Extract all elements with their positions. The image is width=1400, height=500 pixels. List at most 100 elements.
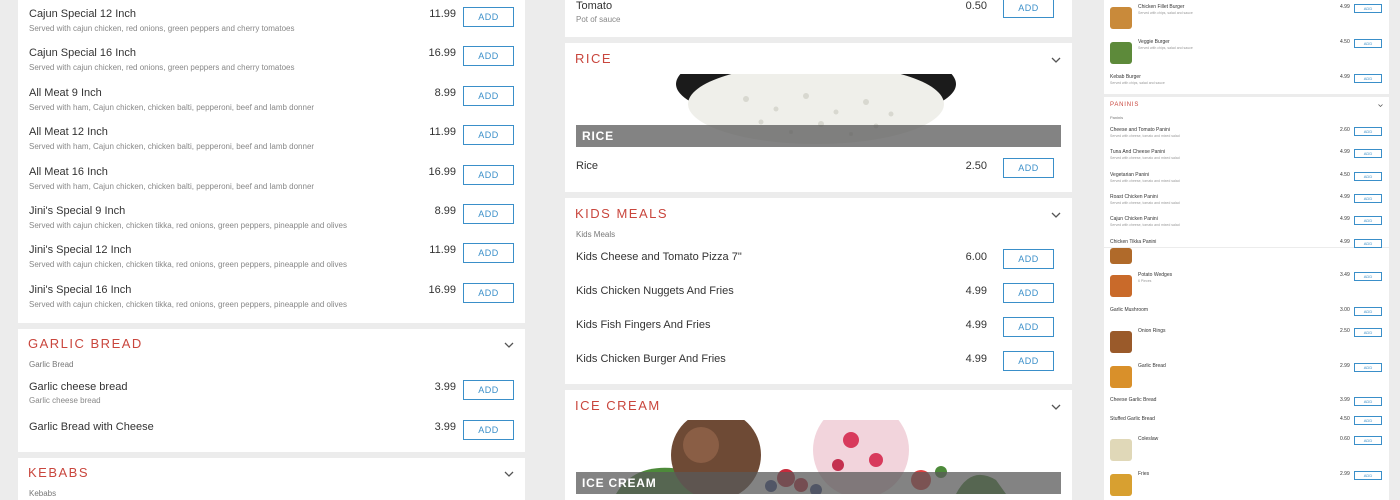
item-description: Served with cajun chicken, red onions, g… (29, 24, 295, 33)
item-price: 0.50 (965, 0, 987, 12)
add-button[interactable]: ADD (1354, 216, 1382, 226)
add-button[interactable]: ADD (1354, 272, 1382, 281)
kebabs-section-card: KEBABS Kebabs (18, 458, 525, 500)
add-button[interactable]: ADD (463, 243, 514, 264)
item-price: 2.60 (1340, 127, 1350, 133)
item-price: 4.50 (1340, 416, 1350, 422)
add-button[interactable]: ADD (1003, 158, 1054, 178)
add-button[interactable]: ADD (1003, 283, 1054, 303)
add-button[interactable]: ADD (463, 7, 514, 27)
banner-label: ICE CREAM (576, 472, 1061, 494)
chevron-down-icon[interactable] (1051, 55, 1061, 65)
add-button[interactable]: ADD (1354, 397, 1382, 406)
add-button[interactable]: ADD (1354, 363, 1382, 372)
food-thumbnail (1110, 474, 1132, 496)
add-button[interactable]: ADD (463, 46, 514, 67)
item-description: Served with cheese, tomato and mixed sal… (1110, 134, 1180, 138)
item-description: Served with ham, Cajun chicken, chicken … (29, 142, 315, 152)
add-button[interactable]: ADD (463, 419, 514, 440)
add-button[interactable]: ADD (1354, 127, 1382, 136)
list-item: Chicken Fillet Burger Served with chips, … (1138, 4, 1383, 15)
add-button[interactable]: ADD (463, 282, 514, 303)
list-item: Jini's Special 16 Inch Served with cajun … (29, 282, 515, 309)
item-name: Kids Fish Fingers And Fries (576, 319, 711, 331)
add-button[interactable]: ADD (1354, 149, 1382, 159)
add-button[interactable]: ADD (1003, 249, 1054, 269)
section-title-rice[interactable]: RICE (575, 51, 612, 66)
add-button[interactable]: ADD (463, 204, 514, 224)
chevron-down-icon[interactable] (504, 469, 514, 479)
item-description: Served with cajun chicken, red onions, g… (29, 63, 295, 73)
chevron-down-icon[interactable] (1051, 210, 1061, 220)
item-name: Kids Chicken Burger And Fries (576, 353, 726, 365)
list-item: Tomato Pot of sauce 0.50 ADD (576, 0, 1062, 24)
item-price: 4.99 (1340, 216, 1350, 223)
section-subtitle: Paninis (1110, 115, 1124, 120)
list-item: Chicken Tikka Panini 4.99 ADD (1110, 238, 1383, 248)
add-button[interactable]: ADD (1354, 436, 1382, 445)
add-button[interactable]: ADD (1003, 0, 1054, 18)
add-button[interactable]: ADD (1354, 74, 1382, 83)
item-price: 4.99 (965, 285, 987, 297)
item-name: Rice (576, 160, 599, 172)
item-price: 4.99 (1340, 193, 1350, 200)
add-button[interactable]: ADD (463, 125, 514, 146)
item-price: 4.99 (965, 319, 987, 331)
chevron-down-icon[interactable] (504, 340, 514, 350)
add-button[interactable]: ADD (1354, 328, 1382, 337)
list-item: Kids Chicken Burger And Fries 4.99 ADD (576, 351, 1062, 371)
section-title-kids-meals[interactable]: KIDS MEALS (575, 206, 668, 221)
list-item: Cajun Special 12 Inch Served with cajun c… (29, 7, 515, 33)
item-description: Served with cheese, tomato and mixed sal… (1110, 178, 1180, 183)
item-price: 2.50 (1340, 328, 1350, 334)
section-title-kebabs[interactable]: KEBABS (28, 465, 89, 480)
list-item: Garlic Mushroom 3.00 ADD (1110, 307, 1383, 316)
food-thumbnail (1110, 248, 1132, 264)
add-button[interactable]: ADD (1003, 351, 1054, 371)
item-price: 2.50 (965, 160, 987, 172)
list-item: Cheese and Tomato Panini Served with chee… (1110, 127, 1383, 138)
chevron-down-icon[interactable] (1051, 402, 1061, 412)
list-item: Vegetarian Panini Served with cheese, tom… (1110, 171, 1383, 183)
list-item: Kids Chicken Nuggets And Fries 4.99 ADD (576, 283, 1062, 303)
add-button[interactable]: ADD (463, 164, 514, 185)
section-title-garlic-bread[interactable]: GARLIC BREAD (28, 336, 143, 351)
add-button[interactable]: ADD (1354, 39, 1382, 48)
sides-card: Potato Wedges 6 Pieces 3.49 ADD Garlic Mushr… (1104, 248, 1389, 500)
list-item: Garlic Bread with Cheese 3.99 ADD (29, 419, 515, 440)
list-item: Kids Fish Fingers And Fries 4.99 ADD (576, 317, 1062, 337)
item-price: 2.99 (1340, 363, 1350, 369)
item-price: 4.50 (1340, 39, 1350, 45)
add-button[interactable]: ADD (1354, 238, 1382, 248)
chevron-down-icon[interactable] (1378, 103, 1383, 108)
list-item: Roast Chicken Panini Served with cheese, … (1110, 193, 1383, 205)
add-button[interactable]: ADD (1354, 4, 1382, 13)
list-item: Cheese Garlic Bread 3.99 ADD (1110, 397, 1383, 406)
item-price: 3.99 (434, 420, 456, 433)
section-title-ice-cream[interactable]: ICE CREAM (575, 398, 661, 413)
add-button[interactable]: ADD (463, 85, 514, 106)
list-item: Cajun Chicken Panini Served with cheese, … (1110, 216, 1383, 227)
ice-cream-banner-image: ICE CREAM (576, 420, 1061, 494)
list-item: All Meat 16 Inch Served with ham, Cajun c… (29, 164, 515, 191)
add-button[interactable]: ADD (1354, 307, 1382, 316)
item-description: Served with cheese, tomato and mixed sal… (1110, 200, 1180, 205)
pizza-section-card: Cajun Special 12 Inch Served with cajun c… (18, 0, 525, 323)
menu-panel-pizzas: Cajun Special 12 Inch Served with cajun c… (0, 0, 543, 500)
add-button[interactable]: ADD (1354, 416, 1382, 425)
add-button[interactable]: ADD (1354, 171, 1382, 181)
paninis-section-card: PANINIS Paninis Cheese and Tomato Panini… (1104, 97, 1389, 248)
food-thumbnail (1110, 366, 1132, 388)
list-item: Rice 2.50 ADD (576, 158, 1062, 178)
add-button[interactable]: ADD (1003, 317, 1054, 337)
add-button[interactable]: ADD (463, 380, 514, 400)
add-button[interactable]: ADD (1354, 471, 1382, 480)
list-item: Kebab Burger Served with chips, salad and… (1110, 74, 1383, 85)
garlic-bread-section-card: GARLIC BREAD Garlic Bread Garlic cheese … (18, 329, 525, 452)
list-item: Cajun Special 16 Inch Served with cajun c… (29, 46, 515, 73)
add-button[interactable]: ADD (1354, 193, 1382, 203)
food-thumbnail (1110, 7, 1132, 29)
list-item: Coleslaw 0.60 ADD (1138, 436, 1383, 445)
section-title-paninis[interactable]: PANINIS (1110, 102, 1139, 108)
page: Cajun Special 12 Inch Served with cajun c… (0, 0, 1400, 500)
